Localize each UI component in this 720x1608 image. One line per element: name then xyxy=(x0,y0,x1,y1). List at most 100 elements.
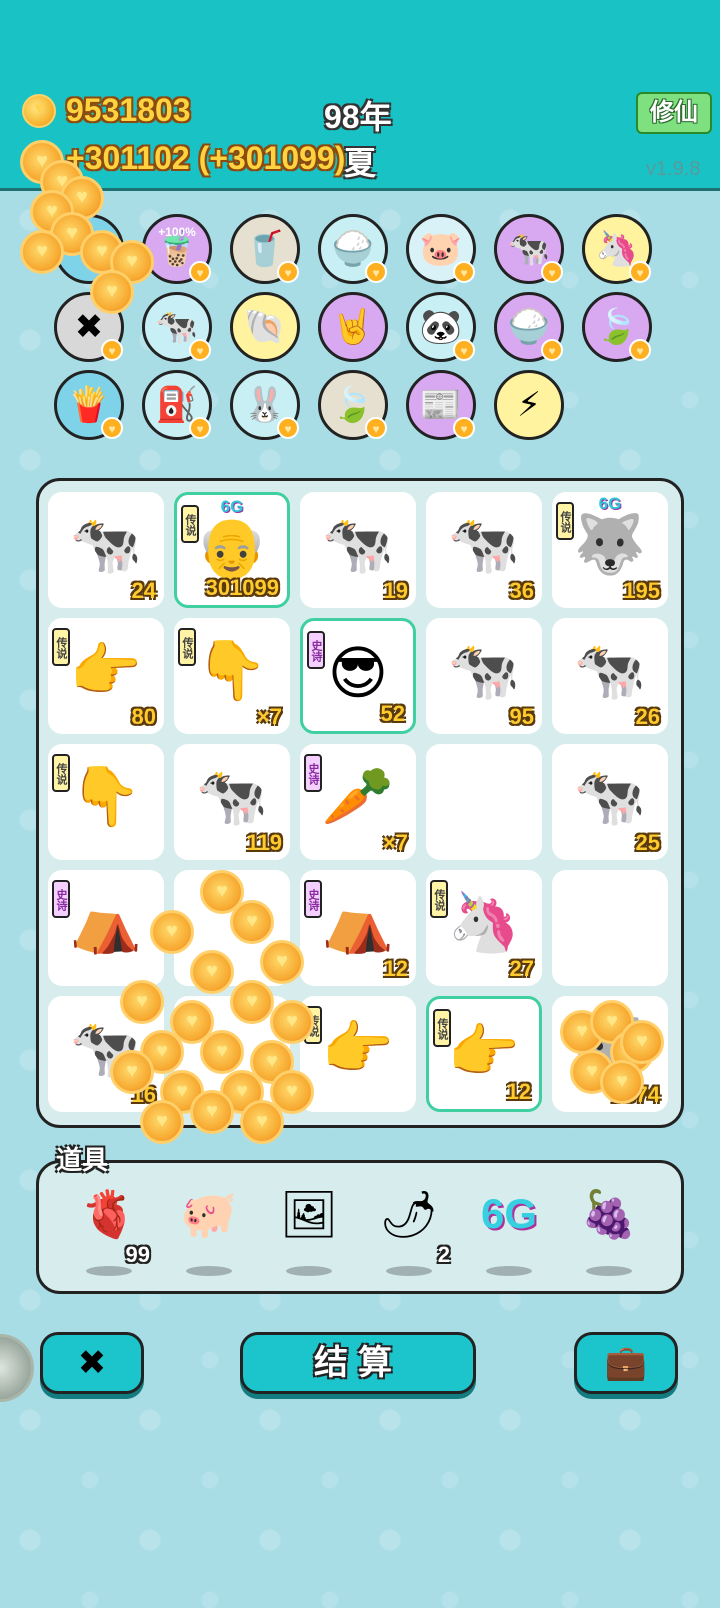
pump-buff[interactable]: ⛽ ♥ xyxy=(142,370,212,440)
version-label: v1.9.8 xyxy=(646,158,701,180)
bubble-tea-buff[interactable]: 🥤 ♥ xyxy=(230,214,300,284)
lychee-tool-icon: 🍇 xyxy=(580,1188,638,1240)
cell-count: 12 xyxy=(506,1079,531,1104)
cow-pair-buff-2[interactable]: 🐄 ♥ xyxy=(142,292,212,362)
shell-buff-icon: 🐚 xyxy=(243,308,287,346)
rarity-tag: 传说 xyxy=(433,1009,451,1047)
leaf-buff-2[interactable]: 🍃 ♥ xyxy=(318,370,388,440)
money-value: 9531803 xyxy=(66,92,191,128)
cell-count: 52 xyxy=(380,701,405,726)
cell-count: 25 xyxy=(635,830,660,855)
board-cell-cow[interactable]: 🐄 95 xyxy=(426,618,542,734)
board-cell-carrot[interactable]: 🥕 史诗 ×7 xyxy=(300,744,416,860)
bag-button[interactable]: 💼 xyxy=(574,1332,678,1394)
settle-label: 结算 xyxy=(314,1344,402,1382)
unicorn-buff[interactable]: 🦄 ♥ xyxy=(582,214,652,284)
chili-tool[interactable]: 🌶 2 xyxy=(364,1186,454,1276)
liver-tool[interactable]: 🫀 99 xyxy=(64,1186,154,1276)
rarity-tag: 史诗 xyxy=(304,754,322,792)
board-cell-rabbit-tent[interactable]: ⛺ 史诗 12 xyxy=(300,870,416,986)
flying-coin-icon xyxy=(260,940,304,984)
board-cell-empty[interactable] xyxy=(552,870,668,986)
settle-button[interactable]: 结算 xyxy=(240,1332,476,1394)
rice-bowl-buff-2[interactable]: 🍚 ♥ xyxy=(494,292,564,362)
cell-count: 26 xyxy=(635,704,660,729)
tool-quantity: 2 xyxy=(437,1242,450,1267)
rarity-tag: 传说 xyxy=(52,754,70,792)
heart-badge-icon: ♥ xyxy=(365,417,387,439)
sixg-tool-icon: 6G xyxy=(480,1190,538,1237)
income-value: +301102 (+301099) xyxy=(66,140,346,176)
board-cell-cow[interactable]: 🐄 119 xyxy=(174,744,290,860)
flying-coin-icon xyxy=(270,1000,314,1044)
heart-badge-icon: ♥ xyxy=(189,261,211,283)
piggy-tool[interactable]: 🐖 xyxy=(164,1186,254,1276)
buff-percent: +100% xyxy=(158,225,196,239)
tool-shadow xyxy=(386,1266,432,1276)
cow-icon: 🐄 xyxy=(447,512,521,577)
lightning-buff[interactable]: ⚡ xyxy=(494,370,564,440)
board-cell-empty[interactable] xyxy=(426,744,542,860)
board-cell-pointing-hand[interactable]: 👉传说 xyxy=(300,996,416,1112)
board-cell-husky[interactable]: 🐺 传说 6G 195 xyxy=(552,492,668,608)
heart-badge-icon: ♥ xyxy=(541,339,563,361)
cell-count: 119 xyxy=(246,830,283,855)
sixg-tool[interactable]: 6G xyxy=(464,1186,554,1276)
cell-count: 19 xyxy=(383,578,408,603)
cow-icon: 🐄 xyxy=(447,638,521,703)
heart-badge-icon: ♥ xyxy=(189,417,211,439)
rabbit-buff[interactable]: 🐰 ♥ xyxy=(230,370,300,440)
flying-coin-icon xyxy=(140,1100,184,1144)
fries-buff[interactable]: 🍟 ♥ xyxy=(54,370,124,440)
liver-tool-icon: 🫀 xyxy=(80,1188,138,1240)
cow-duo-buff[interactable]: 🐄 ♥ xyxy=(494,214,564,284)
flying-coin-icon xyxy=(230,980,274,1024)
board-cell-rabbit-tent[interactable]: ⛺ 史诗 xyxy=(48,870,164,986)
board-cell-cow[interactable]: 🐄 19 xyxy=(300,492,416,608)
lychee-tool[interactable]: 🍇 xyxy=(564,1186,654,1276)
board-cell-unicorn[interactable]: 🦄 传说 27 xyxy=(426,870,542,986)
cell-count: 195 xyxy=(623,578,660,603)
panda-frame-tool[interactable]: 🖼 xyxy=(264,1186,354,1276)
cow-icon: 🐄 xyxy=(69,512,143,577)
panda-buff[interactable]: 🐼 ♥ xyxy=(406,292,476,362)
cell-count: 80 xyxy=(131,704,156,729)
board-cell-cow[interactable]: 🐄 36 xyxy=(426,492,542,608)
board-cell-pointing-hand[interactable]: 👉 传说 12 xyxy=(426,996,542,1112)
rarity-tag: 传说 xyxy=(178,628,196,666)
board-cell-pointing-hand[interactable]: 👇 传说 xyxy=(48,744,164,860)
heart-badge-icon: ♥ xyxy=(541,261,563,283)
heart-badge-icon: ♥ xyxy=(189,339,211,361)
heart-badge-icon: ♥ xyxy=(365,261,387,283)
delete-tag-buff-icon: ✖ xyxy=(74,308,104,346)
time-magazine-buff[interactable]: 📰 ♥ xyxy=(406,370,476,440)
flying-coin-icon xyxy=(200,1030,244,1074)
rarity-tag: 传说 xyxy=(52,628,70,666)
rarity-tag: 传说 xyxy=(430,880,448,918)
board-cell-pointing-hand[interactable]: 👇 传说 ×7 xyxy=(174,618,290,734)
board-cell-pointing-hand[interactable]: 👉 传说 80 xyxy=(48,618,164,734)
board-cell-green-hat-man[interactable]: 😎 史诗 52 xyxy=(300,618,416,734)
board-cell-bald-man[interactable]: 👴 传说 6G 301099 xyxy=(174,492,290,608)
heart-badge-icon: ♥ xyxy=(453,261,475,283)
board-cell-cow[interactable]: 🐄 26 xyxy=(552,618,668,734)
board-cell-cow[interactable]: 🐄 25 xyxy=(552,744,668,860)
board-cell-cow[interactable]: 🐄 24 xyxy=(48,492,164,608)
flying-coin-icon xyxy=(110,1050,154,1094)
rock-hand-buff[interactable]: 🤘 xyxy=(318,292,388,362)
milk-tea-buff[interactable]: 🧋 +100% ♥ xyxy=(142,214,212,284)
delete-button[interactable]: ✖ xyxy=(40,1332,144,1394)
piggy-bank-buff[interactable]: 🐷 ♥ xyxy=(406,214,476,284)
rice-bowl-buff[interactable]: 🍚 ♥ xyxy=(318,214,388,284)
cultivate-button[interactable]: 修仙 xyxy=(636,92,712,134)
leaf-buff[interactable]: 🍃 ♥ xyxy=(582,292,652,362)
cow-icon: 🐄 xyxy=(321,512,395,577)
piggy-tool-icon: 🐖 xyxy=(180,1188,238,1240)
season-label: 夏 xyxy=(344,145,377,181)
cell-count: 27 xyxy=(509,956,534,981)
heart-badge-icon: ♥ xyxy=(101,339,123,361)
coin-icon xyxy=(22,93,56,128)
flying-coin-icon xyxy=(120,980,164,1024)
year-label: 98年 xyxy=(324,99,392,135)
shell-buff[interactable]: 🐚 xyxy=(230,292,300,362)
